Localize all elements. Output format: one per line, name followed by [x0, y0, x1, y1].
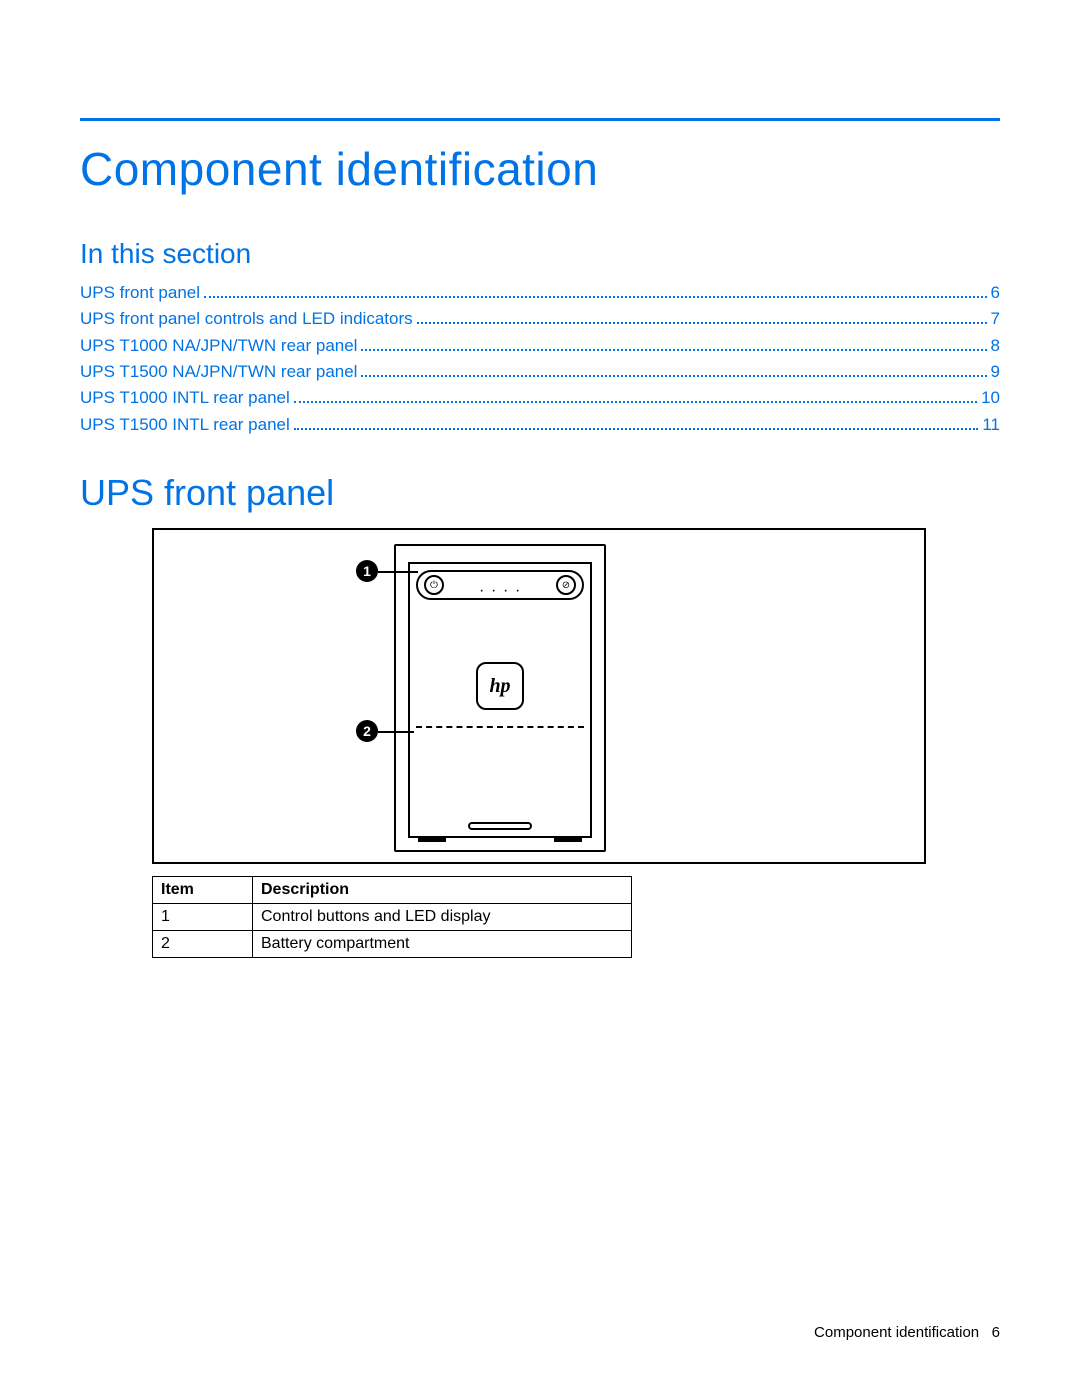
hp-logo: hp	[476, 662, 524, 710]
toc-page: 9	[991, 359, 1000, 385]
logo-text: hp	[489, 675, 510, 698]
callout-number: 1	[363, 563, 371, 579]
document-page: Component identification In this section…	[0, 0, 1080, 1397]
toc-list: UPS front panel 6 UPS front panel contro…	[80, 280, 1000, 438]
led-indicators: · · · ·	[479, 582, 521, 588]
led-icon: ·	[479, 582, 485, 588]
page-footer: Component identification 6	[814, 1324, 1000, 1341]
battery-compartment	[414, 728, 586, 820]
toc-item[interactable]: UPS T1000 INTL rear panel 10	[80, 385, 1000, 411]
toc-heading: In this section	[80, 238, 1000, 270]
test-button-icon: ⊘	[556, 575, 576, 595]
top-rule	[80, 118, 1000, 121]
toc-page: 11	[982, 412, 1000, 438]
foot-left	[418, 838, 446, 842]
toc-leader	[361, 335, 986, 350]
toc-leader	[361, 362, 986, 377]
figure-container: 1 2 ⏻ · · · · ⊘	[152, 528, 926, 864]
toc-page: 6	[991, 280, 1000, 306]
toc-label: UPS T1000 INTL rear panel	[80, 385, 290, 411]
table-row: 2 Battery compartment	[153, 931, 632, 958]
toc-item[interactable]: UPS front panel 6	[80, 280, 1000, 306]
table-header-item: Item	[153, 877, 253, 904]
ups-device-illustration: ⏻ · · · · ⊘ hp	[394, 544, 606, 852]
toc-page: 10	[981, 385, 1000, 411]
toc-leader	[294, 414, 979, 429]
toc-leader	[294, 388, 977, 403]
table-header-desc: Description	[253, 877, 632, 904]
toc-page: 8	[991, 333, 1000, 359]
page-title: Component identification	[80, 142, 1000, 196]
section-heading: UPS front panel	[80, 472, 1000, 514]
toc-item[interactable]: UPS T1500 NA/JPN/TWN rear panel 9	[80, 359, 1000, 385]
toc-item[interactable]: UPS T1000 NA/JPN/TWN rear panel 8	[80, 333, 1000, 359]
footer-page-number: 6	[992, 1324, 1000, 1341]
foot-right	[554, 838, 582, 842]
control-strip: ⏻ · · · · ⊘	[416, 570, 584, 600]
toc-item[interactable]: UPS front panel controls and LED indicat…	[80, 306, 1000, 332]
table-row: 1 Control buttons and LED display	[153, 904, 632, 931]
table-cell-desc: Battery compartment	[253, 931, 632, 958]
led-icon: ·	[515, 582, 521, 588]
toc-leader	[417, 309, 987, 324]
toc-label: UPS T1000 NA/JPN/TWN rear panel	[80, 333, 357, 359]
footer-section: Component identification	[814, 1324, 979, 1341]
component-table: Item Description 1 Control buttons and L…	[152, 876, 632, 958]
table-cell-item: 2	[153, 931, 253, 958]
toc-leader	[204, 283, 987, 298]
toc-label: UPS front panel	[80, 280, 200, 306]
table-cell-item: 1	[153, 904, 253, 931]
callout-number: 2	[363, 723, 371, 739]
table-header-row: Item Description	[153, 877, 632, 904]
toc-page: 7	[991, 306, 1000, 332]
led-icon: ·	[503, 582, 509, 588]
bottom-vent	[468, 822, 532, 830]
led-icon: ·	[491, 582, 497, 588]
power-button-icon: ⏻	[424, 575, 444, 595]
toc-item[interactable]: UPS T1500 INTL rear panel 11	[80, 412, 1000, 438]
toc-label: UPS T1500 INTL rear panel	[80, 412, 290, 438]
table-cell-desc: Control buttons and LED display	[253, 904, 632, 931]
callout-2-marker: 2	[356, 720, 378, 742]
ups-front-panel-figure: 1 2 ⏻ · · · · ⊘	[152, 528, 926, 864]
callout-1-marker: 1	[356, 560, 378, 582]
toc-label: UPS T1500 NA/JPN/TWN rear panel	[80, 359, 357, 385]
toc-label: UPS front panel controls and LED indicat…	[80, 306, 413, 332]
